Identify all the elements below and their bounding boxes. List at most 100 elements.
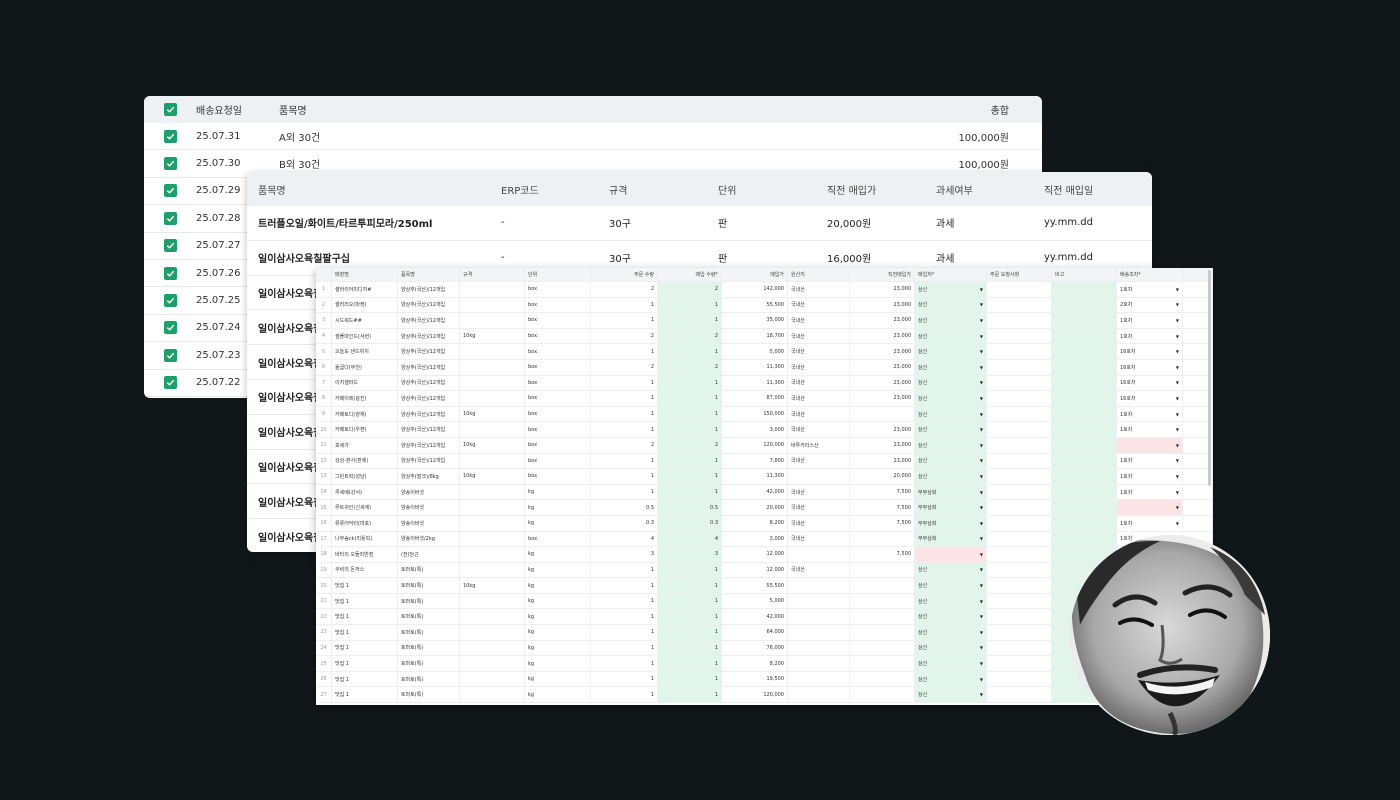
- caret-down-icon[interactable]: ▼: [1176, 490, 1179, 495]
- row-checkbox[interactable]: [144, 157, 196, 171]
- caret-down-icon[interactable]: ▼: [980, 474, 983, 479]
- table-row[interactable]: 13 그린트럭(성남) 양상추(벌크)/8kg 10kg box 1 1 11,300 20,0…: [316, 469, 1213, 485]
- caret-down-icon[interactable]: ▼: [980, 661, 983, 666]
- vendor-select[interactable]: 상신 ▼: [915, 422, 987, 437]
- table-row[interactable]: 15 루트귀인(신세계) 양송이버섯 kg 0.5 0.5 20,000 국내산 7,500 무무…: [316, 500, 1213, 516]
- caret-down-icon[interactable]: ▼: [980, 318, 983, 323]
- vendor-select[interactable]: 상신 ▼: [915, 359, 987, 375]
- checkbox-checked-icon[interactable]: [163, 211, 177, 225]
- note-input[interactable]: [1052, 437, 1117, 453]
- purchase-qty-input[interactable]: 1: [658, 406, 722, 422]
- purchase-qty-input[interactable]: 2: [658, 328, 722, 344]
- truck-select[interactable]: 1호차 ▼: [1117, 406, 1183, 422]
- table-row[interactable]: 12 성심-본사(판제) 양상추(국산)/12개입 box 1 1 7,800 국내산 23,0…: [316, 453, 1213, 470]
- note-input[interactable]: [1052, 500, 1117, 515]
- truck-select[interactable]: 16호차 ▼: [1117, 391, 1183, 406]
- caret-down-icon[interactable]: ▼: [980, 349, 983, 354]
- purchase-qty-input[interactable]: 1: [658, 609, 722, 625]
- purchase-qty-input[interactable]: 3: [658, 547, 722, 562]
- checkbox-checked-icon[interactable]: [163, 321, 177, 335]
- checkbox-checked-icon[interactable]: [163, 348, 177, 362]
- note-input[interactable]: [1052, 453, 1117, 469]
- vendor-select[interactable]: 상신 ▼: [915, 656, 987, 671]
- purchase-qty-input[interactable]: 1: [658, 453, 722, 469]
- checkbox-checked-icon[interactable]: [163, 129, 177, 143]
- purchase-qty-input[interactable]: 1: [658, 625, 722, 640]
- purchase-qty-input[interactable]: 1: [658, 297, 722, 313]
- vendor-select[interactable]: 상신 ▼: [915, 282, 987, 297]
- vendor-select[interactable]: 상신 ▼: [915, 453, 987, 469]
- checkbox-checked-icon[interactable]: [163, 239, 177, 253]
- note-input[interactable]: [1052, 359, 1117, 375]
- truck-select[interactable]: 1호차 ▼: [1117, 313, 1183, 328]
- caret-down-icon[interactable]: ▼: [980, 334, 983, 339]
- vendor-select[interactable]: 무무상회 ▼: [915, 531, 987, 547]
- note-input[interactable]: [1052, 328, 1117, 344]
- checkbox-checked-icon[interactable]: [163, 184, 177, 198]
- caret-down-icon[interactable]: ▼: [1176, 521, 1179, 526]
- purchase-qty-input[interactable]: 1: [658, 578, 722, 593]
- truck-select[interactable]: 1호차 ▼: [1117, 282, 1183, 297]
- purchase-qty-input[interactable]: 1: [658, 671, 722, 687]
- table-row[interactable]: 11 포세가 양상추(국산)/12개입 10kg box 2 2 120,000 바투카라스산 2…: [316, 437, 1213, 454]
- caret-down-icon[interactable]: ▼: [1176, 412, 1179, 417]
- truck-select[interactable]: 1호차 ▼: [1117, 453, 1183, 469]
- caret-down-icon[interactable]: ▼: [1176, 380, 1179, 385]
- caret-down-icon[interactable]: ▼: [980, 677, 983, 682]
- truck-select[interactable]: 16호차 ▼: [1117, 344, 1183, 359]
- caret-down-icon[interactable]: ▼: [980, 380, 983, 385]
- table-row[interactable]: 17 나무숲ck(리틀빅) 양송이버섯/2kg box 4 4 3,000 국내산 무무상회 ▼ 1…: [316, 531, 1213, 548]
- checkbox-checked-icon[interactable]: [163, 103, 177, 116]
- note-input[interactable]: [1052, 515, 1117, 531]
- vendor-select[interactable]: ▼: [915, 547, 987, 562]
- table-row[interactable]: 1 셀러리어미디지# 양상추(국산)/12개입 box 2 2 142,000 국내산 23,0…: [316, 282, 1213, 298]
- caret-down-icon[interactable]: ▼: [1176, 318, 1179, 323]
- caret-down-icon[interactable]: ▼: [980, 552, 983, 557]
- vendor-select[interactable]: 상신 ▼: [915, 562, 987, 578]
- table-row[interactable]: 7 이지샐러드 양상추(국산)/12개입 box 1 1 11,300 국내산 23,000 상신…: [316, 375, 1213, 392]
- note-input[interactable]: [1052, 282, 1117, 297]
- row-checkbox[interactable]: [144, 376, 196, 390]
- table-row[interactable]: 16 류류어딕터(마포) 양송이버섯 kg 0.3 0.3 8,200 국내산 7,500 무무상…: [316, 515, 1213, 532]
- caret-down-icon[interactable]: ▼: [1176, 302, 1179, 307]
- table-row[interactable]: 6 울굽다(부천) 양상추(국산)/12개입 box 2 2 11,300 국내산 23,000…: [316, 359, 1213, 376]
- table-row[interactable]: 25.07.31 A외 30건 100,000원: [144, 123, 1042, 151]
- caret-down-icon[interactable]: ▼: [1176, 349, 1179, 354]
- vendor-select[interactable]: 상신 ▼: [915, 593, 987, 609]
- purchase-qty-input[interactable]: 1: [658, 391, 722, 406]
- note-input[interactable]: [1052, 484, 1117, 500]
- caret-down-icon[interactable]: ▼: [980, 490, 983, 495]
- row-checkbox[interactable]: [144, 348, 196, 362]
- caret-down-icon[interactable]: ▼: [1176, 474, 1179, 479]
- note-input[interactable]: [1052, 406, 1117, 422]
- row-checkbox[interactable]: [144, 266, 196, 280]
- caret-down-icon[interactable]: ▼: [980, 396, 983, 401]
- table-row[interactable]: 2 셀러리오(마켓) 양상추(국산)/12개입 box 1 1 55,500 국내산 23,00…: [316, 297, 1213, 314]
- purchase-qty-input[interactable]: 1: [658, 375, 722, 391]
- caret-down-icon[interactable]: ▼: [980, 365, 983, 370]
- vendor-select[interactable]: 상신 ▼: [915, 671, 987, 687]
- row-checkbox[interactable]: [144, 321, 196, 335]
- purchase-qty-input[interactable]: 0.5: [658, 500, 722, 515]
- caret-down-icon[interactable]: ▼: [980, 583, 983, 588]
- purchase-qty-input[interactable]: 4: [658, 531, 722, 547]
- purchase-qty-input[interactable]: 1: [658, 422, 722, 437]
- caret-down-icon[interactable]: ▼: [980, 412, 983, 417]
- caret-down-icon[interactable]: ▼: [1176, 334, 1179, 339]
- vendor-select[interactable]: 상신 ▼: [915, 375, 987, 391]
- truck-select[interactable]: ▼: [1117, 500, 1183, 515]
- select-all-checkbox[interactable]: [144, 103, 196, 116]
- caret-down-icon[interactable]: ▼: [980, 521, 983, 526]
- table-row[interactable]: 3 시드워드## 양상추(국산)/12개입 box 1 1 35,000 국내산 23,000 상…: [316, 313, 1213, 329]
- vendor-select[interactable]: 상신 ▼: [915, 313, 987, 328]
- caret-down-icon[interactable]: ▼: [980, 505, 983, 510]
- table-row[interactable]: 18바타의 오들러반점(전)당근kg3312,0007,500▼▼: [316, 547, 1213, 563]
- checkbox-checked-icon[interactable]: [163, 294, 177, 308]
- vendor-select[interactable]: 상신 ▼: [915, 297, 987, 313]
- caret-down-icon[interactable]: ▼: [1176, 365, 1179, 370]
- truck-select[interactable]: 1호차 ▼: [1117, 484, 1183, 500]
- purchase-qty-input[interactable]: 2: [658, 359, 722, 375]
- truck-select[interactable]: 16호차 ▼: [1117, 375, 1183, 391]
- table-row[interactable]: 8 카페이레(광진) 양상추(국산)/12개입 box 1 1 87,000 국내산 23,00…: [316, 391, 1213, 407]
- vendor-select[interactable]: 무무상회 ▼: [915, 484, 987, 500]
